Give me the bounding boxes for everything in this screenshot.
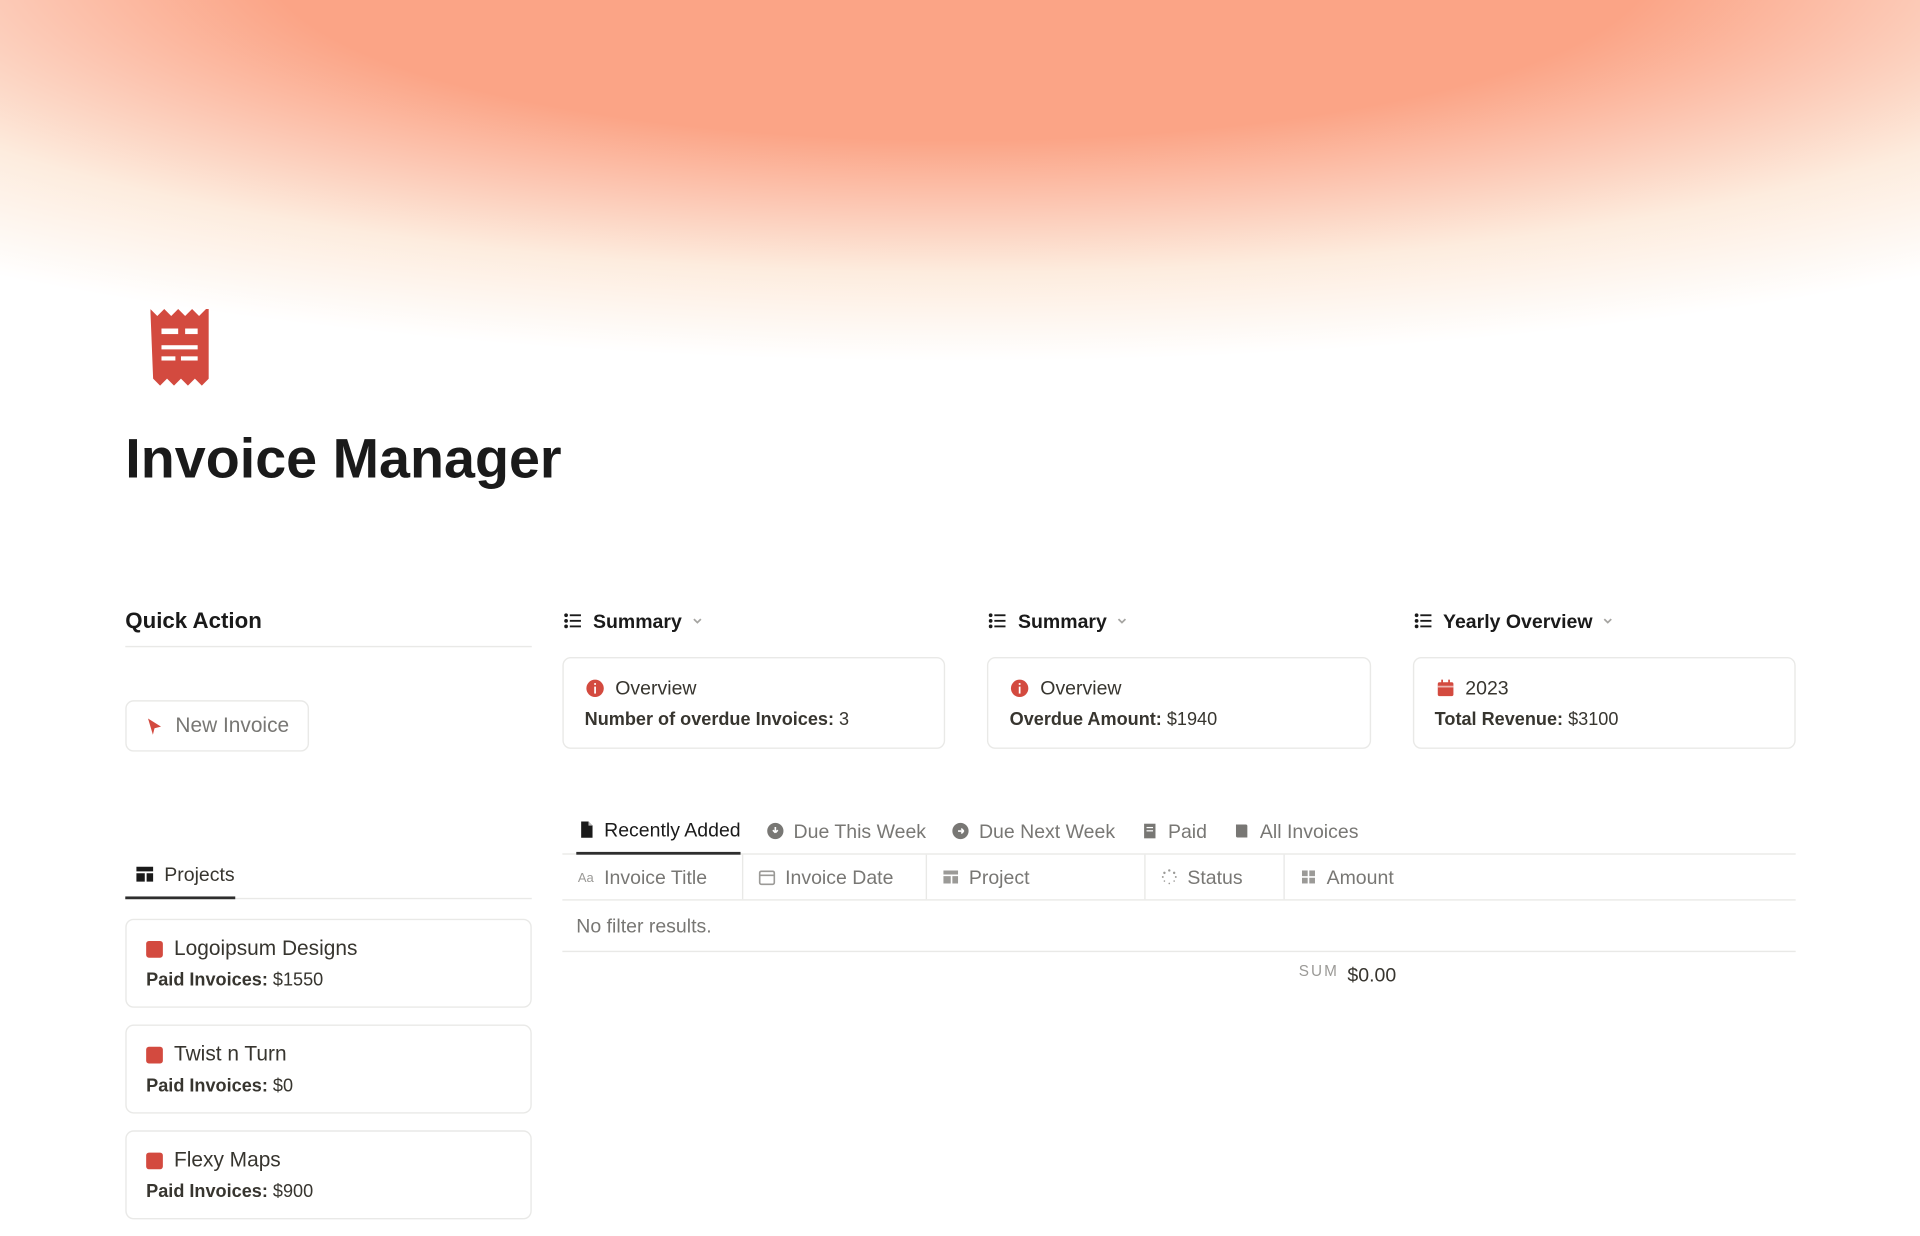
list-icon bbox=[1412, 610, 1434, 632]
paid-invoices-value: $900 bbox=[273, 1180, 313, 1201]
new-invoice-button[interactable]: New Invoice bbox=[125, 700, 308, 752]
view-header-label: Summary bbox=[593, 610, 682, 632]
sum-label: SUM bbox=[1299, 963, 1339, 985]
view-header-summary-2[interactable]: Summary bbox=[987, 610, 1370, 632]
view-header-summary-1[interactable]: Summary bbox=[562, 610, 945, 632]
chevron-down-icon bbox=[1601, 614, 1615, 628]
project-name: Flexy Maps bbox=[174, 1148, 281, 1172]
paid-invoices-value: $1550 bbox=[273, 969, 323, 990]
quick-action-heading: Quick Action bbox=[125, 610, 531, 635]
book-icon bbox=[1232, 821, 1251, 840]
view-header-yearly[interactable]: Yearly Overview bbox=[1412, 610, 1795, 632]
yearly-card[interactable]: 2023 Total Revenue: $3100 bbox=[1412, 657, 1795, 749]
project-card[interactable]: Logoipsum Designs Paid Invoices: $1550 bbox=[125, 919, 531, 1008]
calendar-icon bbox=[1435, 677, 1456, 698]
no-filter-results: No filter results. bbox=[562, 901, 1795, 953]
column-invoice-date[interactable]: Invoice Date bbox=[743, 855, 927, 900]
project-card[interactable]: Twist n Turn Paid Invoices: $0 bbox=[125, 1025, 531, 1114]
number-icon bbox=[1299, 867, 1318, 886]
project-name: Logoipsum Designs bbox=[174, 937, 357, 961]
tab-paid[interactable]: Paid bbox=[1140, 818, 1207, 853]
card-meta-value: $3100 bbox=[1568, 709, 1618, 730]
list-icon bbox=[562, 610, 584, 632]
info-icon bbox=[585, 677, 606, 698]
page-title: Invoice Manager bbox=[125, 429, 561, 492]
project-card[interactable]: Flexy Maps Paid Invoices: $900 bbox=[125, 1130, 531, 1219]
invoices-tabs: Recently Added Due This Week Due Next We… bbox=[562, 818, 1795, 854]
summary-card-overdue-amount[interactable]: Overview Overdue Amount: $1940 bbox=[987, 657, 1370, 749]
invoices-table-header: Aa Invoice Title Invoice Date Project St… bbox=[562, 855, 1795, 901]
projects-tab[interactable]: Projects bbox=[125, 863, 234, 899]
svg-text:Aa: Aa bbox=[578, 870, 595, 885]
download-circle-icon bbox=[766, 821, 785, 840]
card-title: Overview bbox=[1040, 677, 1121, 699]
receipt-icon bbox=[1140, 821, 1159, 840]
column-label: Project bbox=[969, 866, 1030, 888]
divider bbox=[125, 646, 531, 647]
paid-invoices-label: Paid Invoices: bbox=[146, 1075, 273, 1096]
column-invoice-title[interactable]: Aa Invoice Title bbox=[562, 855, 743, 900]
view-header-label: Summary bbox=[1018, 610, 1107, 632]
tab-due-next-week[interactable]: Due Next Week bbox=[951, 818, 1115, 853]
column-amount[interactable]: Amount bbox=[1285, 855, 1796, 900]
loading-icon bbox=[1160, 867, 1179, 886]
file-icon bbox=[576, 820, 595, 839]
card-meta-label: Total Revenue: bbox=[1435, 709, 1568, 730]
project-name: Twist n Turn bbox=[174, 1043, 287, 1067]
paid-invoices-label: Paid Invoices: bbox=[146, 1180, 273, 1201]
square-icon bbox=[146, 1046, 163, 1063]
list-icon bbox=[987, 610, 1009, 632]
column-status[interactable]: Status bbox=[1146, 855, 1285, 900]
card-meta-value: $1940 bbox=[1167, 709, 1217, 730]
tab-label: Due This Week bbox=[794, 819, 927, 841]
column-project[interactable]: Project bbox=[927, 855, 1146, 900]
paid-invoices-value: $0 bbox=[273, 1075, 293, 1096]
text-icon: Aa bbox=[576, 867, 595, 886]
column-label: Invoice Date bbox=[785, 866, 893, 888]
arrow-circle-icon bbox=[951, 821, 970, 840]
tab-label: Recently Added bbox=[604, 818, 741, 840]
table-icon bbox=[134, 863, 156, 885]
column-label: Invoice Title bbox=[604, 866, 707, 888]
tab-all-invoices[interactable]: All Invoices bbox=[1232, 818, 1358, 853]
chevron-down-icon bbox=[690, 614, 704, 628]
card-meta-label: Number of overdue Invoices: bbox=[585, 709, 839, 730]
tab-recently-added[interactable]: Recently Added bbox=[576, 818, 740, 854]
column-label: Status bbox=[1187, 866, 1242, 888]
summary-card-overdue-count[interactable]: Overview Number of overdue Invoices: 3 bbox=[562, 657, 945, 749]
chevron-down-icon bbox=[1115, 614, 1129, 628]
projects-tab-label: Projects bbox=[164, 863, 234, 885]
tab-label: Due Next Week bbox=[979, 819, 1115, 841]
square-icon bbox=[146, 940, 163, 957]
column-label: Amount bbox=[1327, 866, 1394, 888]
info-icon bbox=[1010, 677, 1031, 698]
cursor-icon bbox=[145, 716, 164, 735]
tab-due-this-week[interactable]: Due This Week bbox=[766, 818, 926, 853]
calendar-icon bbox=[757, 867, 776, 886]
square-icon bbox=[146, 1152, 163, 1169]
paid-invoices-label: Paid Invoices: bbox=[146, 969, 273, 990]
new-invoice-label: New Invoice bbox=[175, 714, 289, 738]
relation-icon bbox=[941, 867, 960, 886]
tab-label: All Invoices bbox=[1260, 819, 1359, 841]
sum-value: $0.00 bbox=[1347, 963, 1396, 985]
card-title: 2023 bbox=[1465, 677, 1508, 699]
tab-label: Paid bbox=[1168, 819, 1207, 841]
card-title: Overview bbox=[615, 677, 696, 699]
card-meta-value: 3 bbox=[839, 709, 849, 730]
card-meta-label: Overdue Amount: bbox=[1010, 709, 1167, 730]
page-icon bbox=[150, 309, 208, 387]
view-header-label: Yearly Overview bbox=[1443, 610, 1593, 632]
